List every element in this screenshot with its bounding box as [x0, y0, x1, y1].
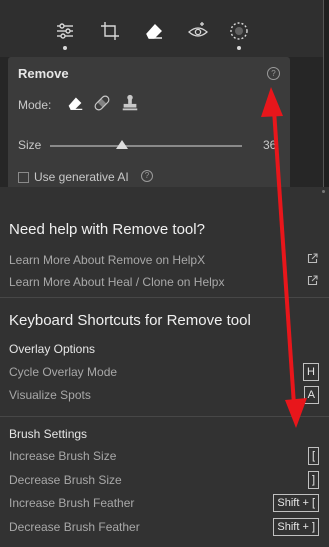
shortcut-label: Decrease Brush Feather [9, 520, 140, 534]
shortcut-key: Shift + [ [273, 494, 319, 512]
remove-mode-eraser-icon[interactable] [64, 92, 86, 114]
eraser-icon[interactable] [141, 18, 167, 44]
divider [0, 416, 329, 417]
shortcut-key: A [303, 386, 319, 404]
shortcut-label: Visualize Spots [9, 388, 91, 402]
shortcut-key: ] [307, 471, 319, 489]
shortcut-key: H [303, 363, 319, 381]
masking-icon[interactable] [226, 18, 252, 44]
develop-toolstrip [0, 0, 329, 57]
shortcut-label: Increase Brush Size [9, 449, 117, 463]
popover-handle [322, 190, 325, 193]
size-value[interactable]: 36 [263, 138, 276, 152]
generative-ai-checkbox[interactable] [18, 172, 29, 183]
helpx-heal-clone-link[interactable]: Learn More About Heal / Clone on Helpx [9, 275, 224, 289]
help-title: Need help with Remove tool? [9, 221, 205, 238]
panel-title: Remove [18, 66, 69, 81]
sliders-icon[interactable] [52, 18, 78, 44]
clone-mode-stamp-icon[interactable] [119, 92, 141, 114]
external-link-icon[interactable] [307, 275, 318, 286]
size-slider-thumb[interactable] [116, 140, 128, 149]
help-icon[interactable]: ? [267, 67, 280, 80]
external-link-icon[interactable] [307, 253, 318, 264]
divider [0, 297, 329, 298]
crop-icon[interactable] [97, 18, 123, 44]
shortcut-key: [ [307, 447, 319, 465]
active-indicator-dot [63, 46, 67, 50]
mode-label: Mode: [18, 98, 52, 112]
heal-mode-bandage-icon[interactable] [91, 92, 113, 114]
generative-ai-info-icon[interactable]: ? [141, 170, 153, 182]
brush-settings-heading: Brush Settings [9, 427, 88, 441]
generative-ai-label: Use generative AI [34, 170, 129, 184]
remove-panel: Remove ? Mode: Size 36 Use generative AI… [8, 57, 290, 202]
size-label: Size [18, 138, 42, 152]
shortcut-label: Cycle Overlay Mode [9, 365, 118, 379]
helpx-remove-link[interactable]: Learn More About Remove on HelpX [9, 253, 205, 267]
overlay-options-heading: Overlay Options [9, 342, 96, 356]
shortcut-label: Increase Brush Feather [9, 496, 135, 510]
size-slider-track[interactable] [50, 145, 242, 147]
help-popover: Need help with Remove tool? Learn More A… [0, 187, 329, 547]
shortcut-label: Decrease Brush Size [9, 473, 122, 487]
active-indicator-dot [237, 46, 241, 50]
shortcut-key: Shift + ] [273, 518, 319, 536]
redeye-icon[interactable] [185, 18, 211, 44]
shortcuts-title: Keyboard Shortcuts for Remove tool [9, 312, 251, 329]
panel-edge [323, 0, 324, 200]
